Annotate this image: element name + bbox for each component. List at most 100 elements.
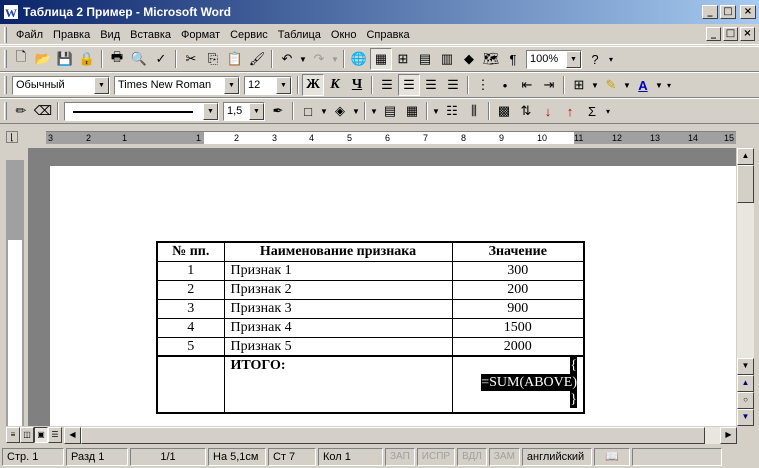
text-direction-icon[interactable]: ⇅: [515, 100, 537, 122]
document-page[interactable]: № пп. Наименование признака Значение 1 П…: [50, 166, 736, 426]
normal-view-icon[interactable]: ≡: [6, 427, 20, 443]
spelling-status-icon[interactable]: 📖: [593, 448, 630, 466]
spelling-icon[interactable]: ✓: [150, 48, 172, 70]
sum-field-code[interactable]: =SUM(ABOVE): [481, 374, 577, 391]
select-browse-object-icon[interactable]: ○: [737, 392, 754, 409]
menu-tools[interactable]: Сервис: [225, 26, 273, 44]
cell-number[interactable]: 1: [156, 260, 225, 281]
header-name[interactable]: Наименование признака: [223, 241, 453, 262]
outside-border-icon[interactable]: □: [297, 100, 319, 122]
increase-indent-icon[interactable]: ⇥: [538, 74, 560, 96]
font-size-select[interactable]: 12 ▼: [244, 75, 292, 95]
scroll-right-icon[interactable]: ▶: [720, 427, 737, 444]
status-track-changes[interactable]: ИСПР: [416, 448, 456, 466]
cell-number[interactable]: 4: [156, 317, 225, 338]
shading-dropdown-icon[interactable]: ▼: [351, 100, 361, 122]
insert-excel-icon[interactable]: ▤: [414, 48, 436, 70]
toolbar-options-icon[interactable]: ▾: [664, 74, 674, 96]
font-select[interactable]: Times New Roman ▼: [114, 75, 240, 95]
tab-selector-icon[interactable]: ⌊: [6, 131, 18, 143]
zoom-select[interactable]: 100% ▼: [526, 49, 582, 69]
horizontal-ruler[interactable]: ⌊ 3 2 1 1 2 3 4 5 6 7 8 9 10 11 12 13 14…: [0, 128, 759, 147]
insert-table-dropdown-icon[interactable]: ▼: [369, 100, 379, 122]
ruler-strip[interactable]: 3 2 1 1 2 3 4 5 6 7 8 9 10 11 12 13 14 1…: [46, 131, 736, 144]
show-formatting-icon[interactable]: ¶: [502, 48, 524, 70]
border-dropdown-icon[interactable]: ▼: [319, 100, 329, 122]
cell-value[interactable]: 900: [451, 298, 585, 319]
field-close-brace[interactable]: }: [570, 391, 577, 408]
bold-button[interactable]: Ж: [302, 74, 324, 96]
align-dropdown-icon[interactable]: ▼: [431, 100, 441, 122]
close-button[interactable]: ×: [740, 5, 756, 19]
status-record-macro[interactable]: ЗАП: [385, 448, 415, 466]
cell-name[interactable]: Признак 3: [223, 298, 453, 319]
cut-icon[interactable]: ✂: [180, 48, 202, 70]
save-icon[interactable]: 💾: [54, 48, 76, 70]
hyperlink-icon[interactable]: 🌐: [348, 48, 370, 70]
permission-icon[interactable]: 🔒: [76, 48, 98, 70]
sort-ascending-icon[interactable]: ↓: [537, 100, 559, 122]
menu-file[interactable]: Файл: [11, 26, 48, 44]
columns-icon[interactable]: ▥: [436, 48, 458, 70]
maximize-button[interactable]: □: [720, 5, 736, 19]
doc-close-button[interactable]: ×: [740, 27, 755, 41]
horizontal-scrollbar[interactable]: ◀ ▶: [64, 427, 737, 444]
eraser-icon[interactable]: ⌫: [32, 100, 54, 122]
print-layout-view-icon[interactable]: ▣: [34, 427, 48, 443]
cell-number[interactable]: 3: [156, 298, 225, 319]
chevron-down-icon[interactable]: ▼: [276, 76, 291, 94]
chevron-down-icon[interactable]: ▼: [203, 102, 218, 120]
total-label[interactable]: ИТОГО:: [223, 355, 453, 414]
menu-format[interactable]: Формат: [176, 26, 225, 44]
menu-window[interactable]: Окно: [326, 26, 362, 44]
cell-number[interactable]: 2: [156, 279, 225, 300]
toolbar-grip[interactable]: [4, 50, 7, 68]
menu-help[interactable]: Справка: [361, 26, 414, 44]
draw-table-icon[interactable]: ✏: [10, 100, 32, 122]
chevron-down-icon[interactable]: ▼: [249, 102, 264, 120]
cell-value[interactable]: 1500: [451, 317, 585, 338]
menu-insert[interactable]: Вставка: [125, 26, 176, 44]
tables-borders-icon[interactable]: ▦: [370, 48, 392, 70]
borders-dropdown-icon[interactable]: ▼: [590, 74, 600, 96]
undo-dropdown-icon[interactable]: ▼: [298, 48, 308, 70]
header-value[interactable]: Значение: [451, 241, 585, 262]
total-empty-cell[interactable]: [156, 355, 225, 414]
align-left-icon[interactable]: ☰: [376, 74, 398, 96]
horizontal-scroll-thumb[interactable]: [81, 427, 705, 444]
cell-value[interactable]: 2000: [451, 336, 585, 357]
chevron-down-icon[interactable]: ▼: [224, 76, 239, 94]
open-folder-icon[interactable]: 📂: [32, 48, 54, 70]
sort-descending-icon[interactable]: ↑: [559, 100, 581, 122]
scroll-down-icon[interactable]: ▼: [737, 358, 754, 375]
split-cells-icon[interactable]: ▦: [401, 100, 423, 122]
status-overtype[interactable]: ЗАМ: [488, 448, 520, 466]
merge-cells-icon[interactable]: ▤: [379, 100, 401, 122]
document-map-icon[interactable]: 🗺: [480, 48, 502, 70]
status-extend-selection[interactable]: ВДЛ: [457, 448, 487, 466]
decrease-indent-icon[interactable]: ⇤: [516, 74, 538, 96]
justify-icon[interactable]: ☰: [442, 74, 464, 96]
menu-grip[interactable]: [4, 26, 7, 43]
menu-view[interactable]: Вид: [95, 26, 125, 44]
field-open-brace[interactable]: {: [570, 357, 577, 374]
web-view-icon[interactable]: ◫: [20, 427, 34, 443]
vertical-scrollbar[interactable]: ▲ ▼ ▲ ○ ▼: [737, 148, 754, 426]
status-language[interactable]: английский: [521, 448, 592, 466]
vertical-ruler[interactable]: [6, 160, 24, 426]
doc-minimize-button[interactable]: _: [706, 27, 721, 41]
scroll-left-icon[interactable]: ◀: [64, 427, 81, 444]
redo-icon[interactable]: ↷: [308, 48, 330, 70]
toolbar-options-icon[interactable]: ▾: [606, 48, 616, 70]
align-right-icon[interactable]: ☰: [420, 74, 442, 96]
paste-icon[interactable]: 📋: [224, 48, 246, 70]
previous-page-icon[interactable]: ▲: [737, 375, 754, 392]
cell-name[interactable]: Признак 5: [223, 336, 453, 357]
word-app-icon[interactable]: W: [3, 4, 19, 20]
line-style-select[interactable]: ▼: [64, 101, 219, 121]
highlight-icon[interactable]: ✎: [600, 74, 622, 96]
print-preview-icon[interactable]: 🔍: [128, 48, 150, 70]
doc-restore-button[interactable]: □: [723, 27, 738, 41]
document-area[interactable]: № пп. Наименование признака Значение 1 П…: [28, 148, 736, 426]
menu-edit[interactable]: Правка: [48, 26, 95, 44]
